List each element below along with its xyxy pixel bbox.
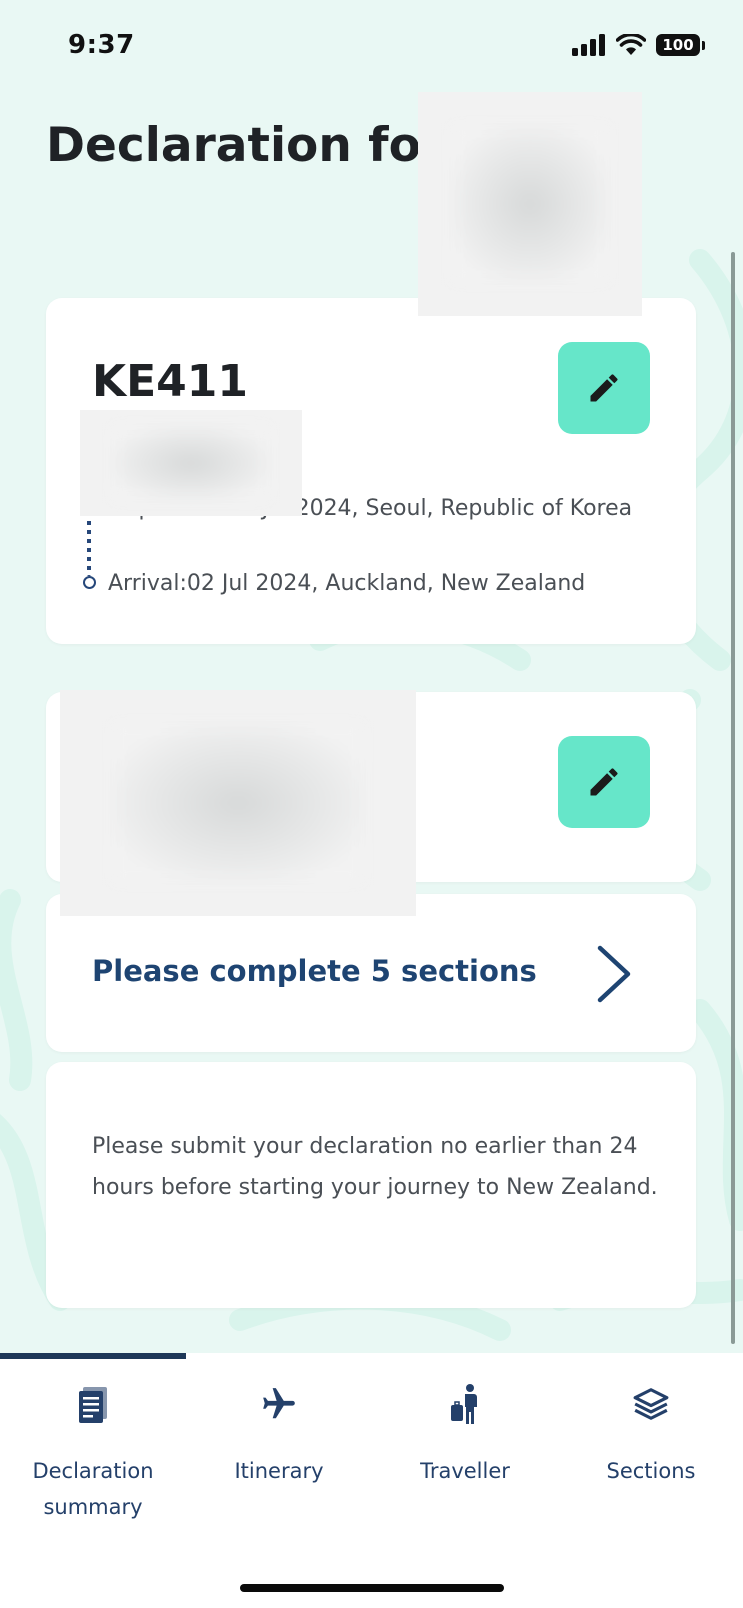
pencil-icon <box>590 768 618 796</box>
tab-sections[interactable]: Sections <box>558 1353 743 1523</box>
redacted-flight-details <box>80 410 302 516</box>
cellular-signal-icon <box>572 34 605 56</box>
edit-flight-button[interactable] <box>558 342 650 434</box>
battery-level: 100 <box>656 34 700 56</box>
traveller-luggage-icon <box>451 1384 477 1424</box>
sections-prompt: Please complete 5 sections <box>92 954 537 988</box>
pencil-icon <box>590 374 618 402</box>
chevron-right-icon <box>597 945 631 1003</box>
tab-label: Sections <box>606 1459 696 1483</box>
submission-info-text: Please submit your declaration no earlie… <box>92 1134 658 1200</box>
route-line <box>83 512 96 590</box>
redacted-traveller-info <box>60 690 416 916</box>
arrival-dot <box>83 576 96 589</box>
scrollbar[interactable] <box>731 252 735 1344</box>
home-indicator[interactable] <box>240 1584 504 1592</box>
battery-icon: 100 <box>656 34 705 56</box>
arrival-info: Arrival:02 Jul 2024, Auckland, New Zeala… <box>108 571 586 596</box>
submission-info-card: Please submit your declaration no earlie… <box>46 1062 696 1308</box>
page-title: Declaration for <box>46 118 445 173</box>
flight-number: KE411 <box>92 356 248 407</box>
edit-traveller-button[interactable] <box>558 736 650 828</box>
complete-sections-button[interactable]: Please complete 5 sections <box>46 894 696 1052</box>
layers-icon <box>633 1388 669 1420</box>
status-icons: 100 <box>572 34 705 56</box>
redacted-traveller-name <box>418 92 642 316</box>
status-bar: 9:37 100 <box>0 0 743 90</box>
tab-label: Itinerary <box>234 1459 324 1483</box>
status-time: 9:37 <box>68 30 135 60</box>
tab-label: Traveller <box>420 1459 510 1483</box>
tab-traveller[interactable]: Traveller <box>372 1353 558 1523</box>
airplane-icon <box>263 1388 295 1419</box>
tab-label: Declaration summary <box>32 1459 154 1519</box>
tab-declaration-summary[interactable]: Declaration summary <box>0 1353 186 1523</box>
bottom-nav: Declaration summary Itinerary Traveller … <box>0 1353 743 1608</box>
wifi-icon <box>616 34 646 55</box>
document-icon <box>79 1387 107 1423</box>
tab-itinerary[interactable]: Itinerary <box>186 1353 372 1523</box>
